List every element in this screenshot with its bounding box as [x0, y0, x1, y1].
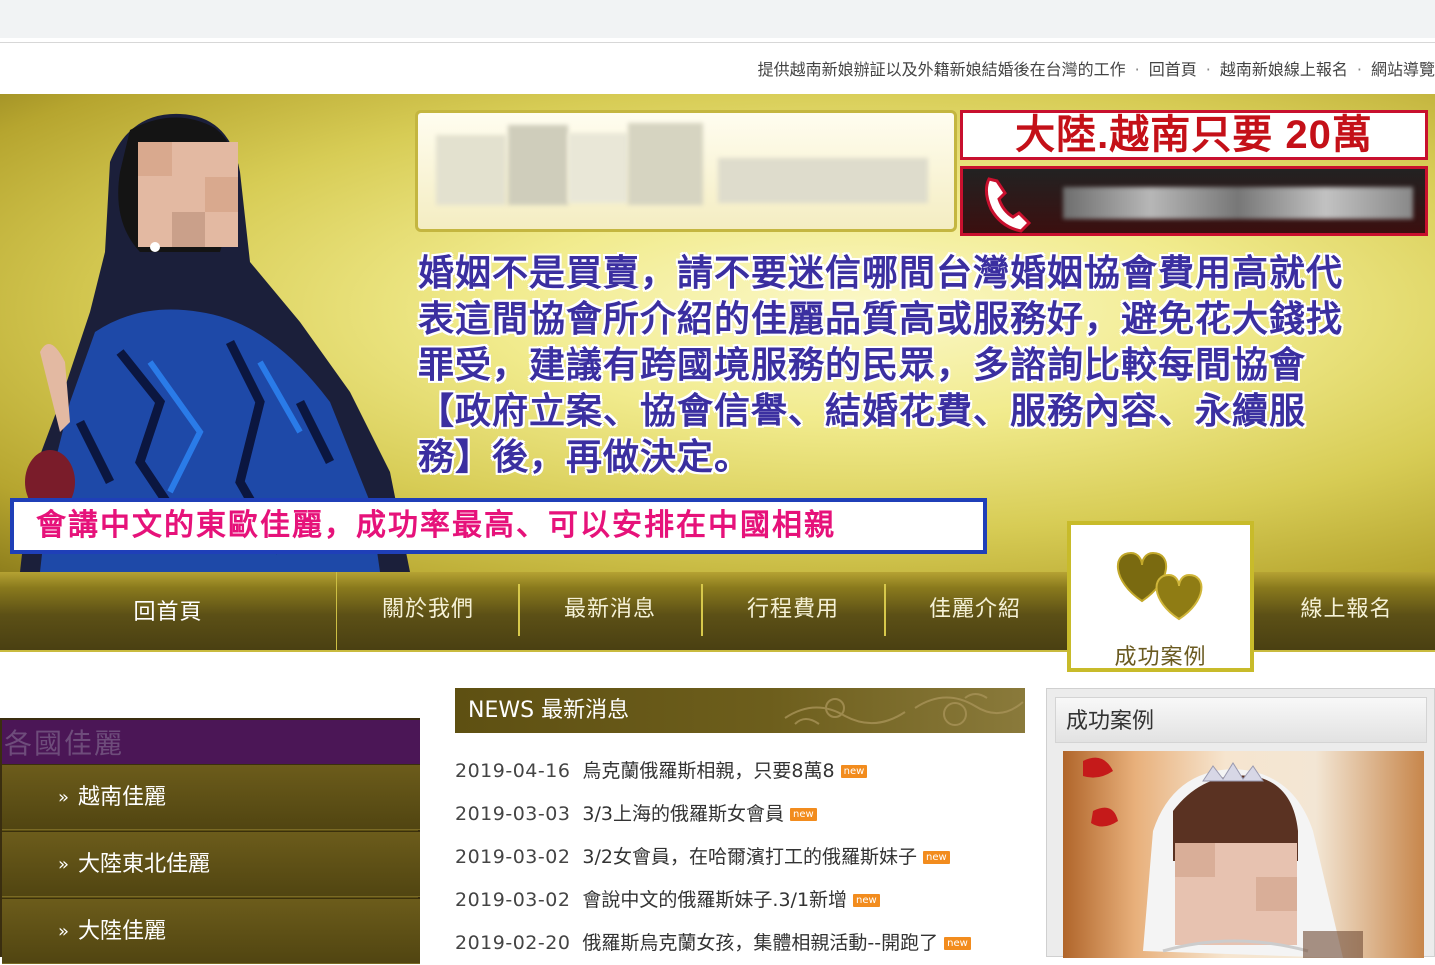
phone-icon: [984, 177, 1032, 233]
nav-home[interactable]: 回首頁: [0, 572, 337, 650]
nav-fees[interactable]: 行程費用: [703, 572, 883, 650]
home-link[interactable]: 回首頁: [1149, 56, 1197, 80]
news-header-en: NEWS: [468, 698, 535, 723]
bride-photo: [1083, 757, 1363, 958]
top-links: 提供越南新娘辦証以及外籍新娘結婚後在台灣的工作 · 回首頁 · 越南新娘線上報名 · 網站導…: [758, 56, 1435, 80]
new-badge: new: [923, 851, 950, 864]
separator: ·: [1205, 60, 1211, 79]
news-date: 2019-03-02: [455, 889, 571, 911]
nav-signup[interactable]: 線上報名: [1258, 572, 1435, 650]
news-title: 3/2女會員，在哈爾濱打工的俄羅斯妹子: [582, 846, 918, 868]
new-badge: new: [944, 937, 971, 950]
blurred-phone-number: [1063, 187, 1413, 219]
success-cases-title: 成功案例: [1055, 697, 1427, 743]
sidebar: 各國佳麗 » 越南佳麗 » 大陸東北佳麗 » 大陸佳麗: [0, 718, 420, 964]
floral-ornament-icon: [784, 693, 1024, 726]
sitemap-link[interactable]: 網站導覽: [1371, 56, 1435, 80]
news-item[interactable]: 2019-03-02 會說中文的俄羅斯妹子.3/1新增 new: [455, 885, 880, 915]
new-badge: new: [853, 894, 880, 907]
news-item[interactable]: 2019-02-20 俄羅斯烏克蘭女孩，集體相親活動--開跑了 new: [455, 928, 971, 958]
banner-slogan: 會講中文的東歐佳麗，成功率最高、可以安排在中國相親: [10, 498, 987, 554]
phone-panel: [960, 166, 1428, 236]
sidebar-item-label: 大陸東北佳麗: [78, 852, 211, 877]
tagline-link[interactable]: 提供越南新娘辦証以及外籍新娘結婚後在台灣的工作: [758, 56, 1126, 80]
news-header-zh: 最新消息: [541, 698, 630, 723]
news-item[interactable]: 2019-04-16 烏克蘭俄羅斯相親，只要8萬8 new: [455, 756, 868, 786]
news-title: 會說中文的俄羅斯妹子.3/1新增: [582, 889, 848, 911]
separator: ·: [1356, 60, 1362, 79]
divider: [0, 42, 1435, 43]
news-item[interactable]: 2019-03-03 3/3上海的俄羅斯女會員 new: [455, 799, 817, 829]
sidebar-item-label: 越南佳麗: [78, 785, 167, 810]
nav-success-label: 成功案例: [1114, 645, 1207, 670]
news-item[interactable]: 2019-03-02 3/2女會員，在哈爾濱打工的俄羅斯妹子 new: [455, 842, 950, 872]
chevron-right-icon: »: [58, 921, 70, 942]
blurred-logo: [436, 135, 506, 205]
browser-toolbar: [0, 0, 1435, 38]
chevron-right-icon: »: [58, 854, 70, 875]
banner-headline: 婚姻不是買賣，請不要迷信哪間台灣婚姻協會費用高就代表這間協會所介紹的佳麗品質高或…: [418, 252, 1344, 478]
news-title: 3/3上海的俄羅斯女會員: [582, 803, 785, 825]
hearts-icon: [1117, 551, 1203, 621]
nav-ladies[interactable]: 佳麗介紹: [886, 572, 1064, 650]
news-title: 烏克蘭俄羅斯相親，只要8萬8: [582, 760, 835, 782]
separator: ·: [1134, 60, 1140, 79]
logo-area: [415, 110, 957, 232]
success-cases-panel: 成功案例: [1046, 688, 1435, 958]
nav-news[interactable]: 最新消息: [520, 572, 700, 650]
sidebar-item-northeast-china[interactable]: » 大陸東北佳麗: [2, 831, 420, 897]
sidebar-item-label: 大陸佳麗: [78, 919, 167, 944]
new-badge: new: [840, 765, 868, 778]
signup-link[interactable]: 越南新娘線上報名: [1220, 56, 1348, 80]
news-date: 2019-02-20: [455, 932, 571, 954]
news-date: 2019-03-02: [455, 846, 571, 868]
news-date: 2019-04-16: [455, 760, 571, 782]
hero-banner: 大陸.越南只要 20萬 婚姻不是買賣，請不要迷信哪間台灣婚姻協會費用高就代表這間…: [0, 94, 1435, 572]
price-banner: 大陸.越南只要 20萬: [960, 110, 1428, 160]
news-title: 俄羅斯烏克蘭女孩，集體相親活動--開跑了: [582, 932, 939, 954]
wedding-photo[interactable]: [1063, 751, 1424, 958]
sidebar-item-vietnam[interactable]: » 越南佳麗: [2, 764, 420, 830]
news-header: NEWS 最新消息: [455, 688, 1025, 733]
nav-success-cases[interactable]: 成功案例: [1067, 521, 1254, 672]
sidebar-item-china[interactable]: » 大陸佳麗: [2, 898, 420, 964]
new-badge: new: [790, 808, 817, 821]
chevron-right-icon: »: [58, 787, 70, 808]
nav-about[interactable]: 關於我們: [338, 572, 518, 650]
sidebar-title: 各國佳麗: [2, 720, 420, 764]
news-date: 2019-03-03: [455, 803, 571, 825]
